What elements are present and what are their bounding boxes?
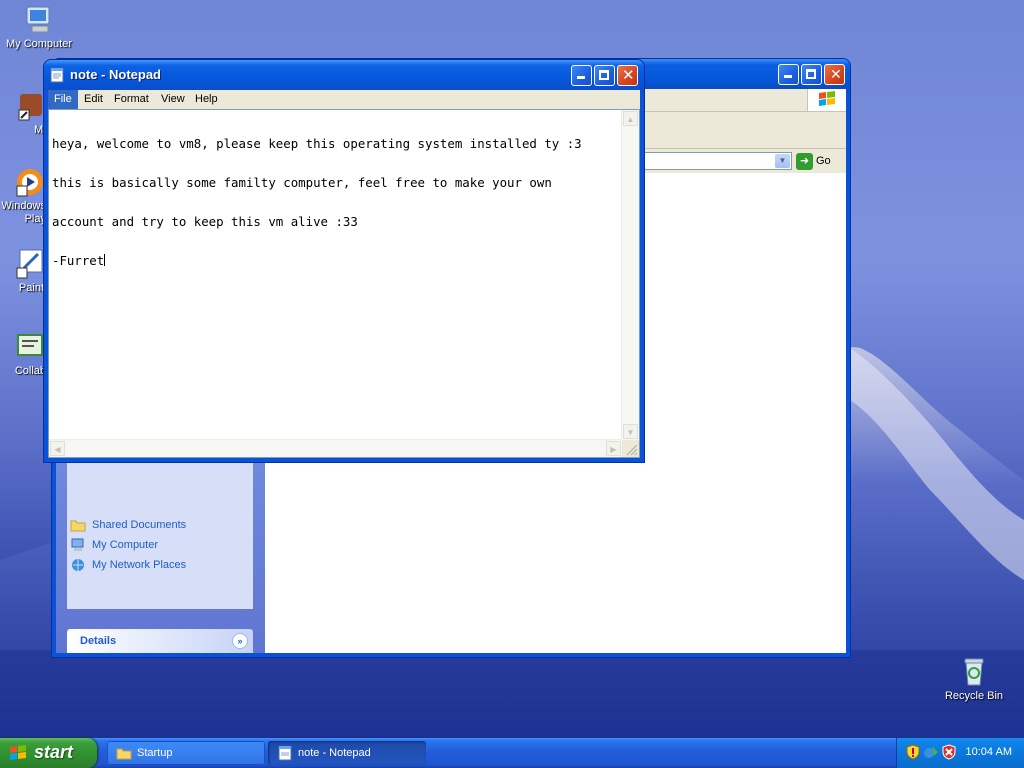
windows-flag-icon [10, 745, 26, 760]
other-places-box [67, 457, 253, 609]
desktop: My Computer MyP Windows Play Paint Colla… [0, 0, 1024, 738]
security-shield-icon[interactable] [905, 744, 921, 760]
collab-icon [14, 331, 46, 363]
paint-icon [14, 248, 46, 280]
notepad-titlebar[interactable]: note - Notepad ✕ [44, 60, 644, 90]
taskbar-button-startup[interactable]: Startup [107, 741, 265, 765]
folder-icon [70, 518, 86, 532]
network-icon[interactable] [923, 744, 939, 760]
go-label: Go [816, 155, 831, 167]
resize-grip[interactable] [622, 440, 639, 457]
desktop-icon-label: Windows Play [1, 200, 46, 225]
desktop-icon-recycle-bin[interactable]: Recycle Bin [936, 656, 1012, 702]
text-line: this is basically some familty computer,… [52, 175, 552, 190]
network-places-icon [70, 558, 86, 572]
notepad-icon [278, 746, 292, 761]
scroll-left-button[interactable]: ◀ [50, 441, 65, 456]
system-tray: 10:04 AM [896, 738, 1024, 768]
taskbar: start Startup note - Notepad 10:04 AM [0, 738, 1024, 768]
desktop-icon-paint[interactable]: Paint [0, 248, 44, 294]
scroll-right-button[interactable]: ▶ [606, 441, 621, 456]
close-button[interactable]: ✕ [824, 64, 845, 85]
chevron-down-icon[interactable]: ▼ [775, 154, 790, 168]
scroll-down-button[interactable]: ▼ [623, 424, 638, 439]
desktop-icon-my-computer[interactable]: My Computer [1, 4, 77, 50]
menu-view[interactable]: View [155, 90, 191, 109]
close-button[interactable]: ✕ [617, 65, 638, 86]
taskbar-button-notepad[interactable]: note - Notepad [268, 741, 426, 765]
go-arrow-icon: ➜ [796, 152, 813, 170]
desktop-icon-collab[interactable]: Collab [0, 331, 46, 377]
vertical-scrollbar[interactable]: ▲ ▼ [621, 110, 639, 440]
menu-format[interactable]: Format [108, 90, 155, 109]
desktop-icon-label: Collab [14, 365, 46, 377]
desktop-icon-windows-media-player[interactable]: Windows Play [0, 166, 46, 226]
scroll-up-button[interactable]: ▲ [623, 111, 638, 126]
window-title: note - Notepad [70, 67, 161, 82]
clock[interactable]: 10:04 AM [966, 746, 1012, 758]
security-alert-icon[interactable] [941, 744, 957, 760]
link-shared-documents[interactable]: Shared Documents [70, 518, 186, 532]
close-icon: ✕ [622, 67, 635, 84]
my-computer-icon [23, 4, 55, 36]
start-label: start [34, 742, 74, 762]
folder-icon [116, 748, 132, 760]
notepad-text[interactable]: heya, welcome to vm8, please keep this o… [52, 111, 622, 293]
windows-logo-icon [807, 89, 846, 111]
horizontal-scrollbar[interactable]: ◀ ▶ [49, 439, 622, 457]
details-header[interactable]: Details » [67, 629, 253, 653]
maximize-button[interactable] [801, 64, 822, 85]
text-caret [104, 254, 106, 266]
menu-file[interactable]: File [48, 90, 78, 109]
notepad-window[interactable]: note - Notepad ✕ File Edit Format View H… [44, 60, 644, 462]
windows-media-player-icon [14, 166, 46, 198]
text-line: heya, welcome to vm8, please keep this o… [52, 136, 582, 151]
desktop-icon-label: Recycle Bin [944, 690, 1004, 702]
link-my-network-places[interactable]: My Network Places [70, 558, 186, 572]
close-icon: ✕ [830, 66, 842, 82]
start-button[interactable]: start [0, 738, 97, 768]
menu-help[interactable]: Help [189, 90, 224, 109]
recycle-bin-icon [958, 656, 990, 688]
desktop-icon-label: My Computer [5, 38, 73, 50]
go-button[interactable]: ➜ Go [796, 151, 846, 171]
minimize-button[interactable] [571, 65, 592, 86]
my-computer-icon [70, 538, 86, 552]
text-line: -Furret [52, 253, 105, 268]
minimize-button[interactable] [778, 64, 799, 85]
notepad-icon [50, 68, 64, 83]
notepad-text-area[interactable]: heya, welcome to vm8, please keep this o… [48, 109, 640, 458]
maximize-button[interactable] [594, 65, 615, 86]
chevron-down-icon[interactable]: » [232, 633, 248, 649]
text-line: account and try to keep this vm alive :3… [52, 214, 358, 229]
link-my-computer[interactable]: My Computer [70, 538, 158, 552]
notepad-menubar: File Edit Format View Help [48, 90, 640, 109]
desktop-icon-label: Paint [18, 282, 44, 294]
menu-edit[interactable]: Edit [78, 90, 109, 109]
